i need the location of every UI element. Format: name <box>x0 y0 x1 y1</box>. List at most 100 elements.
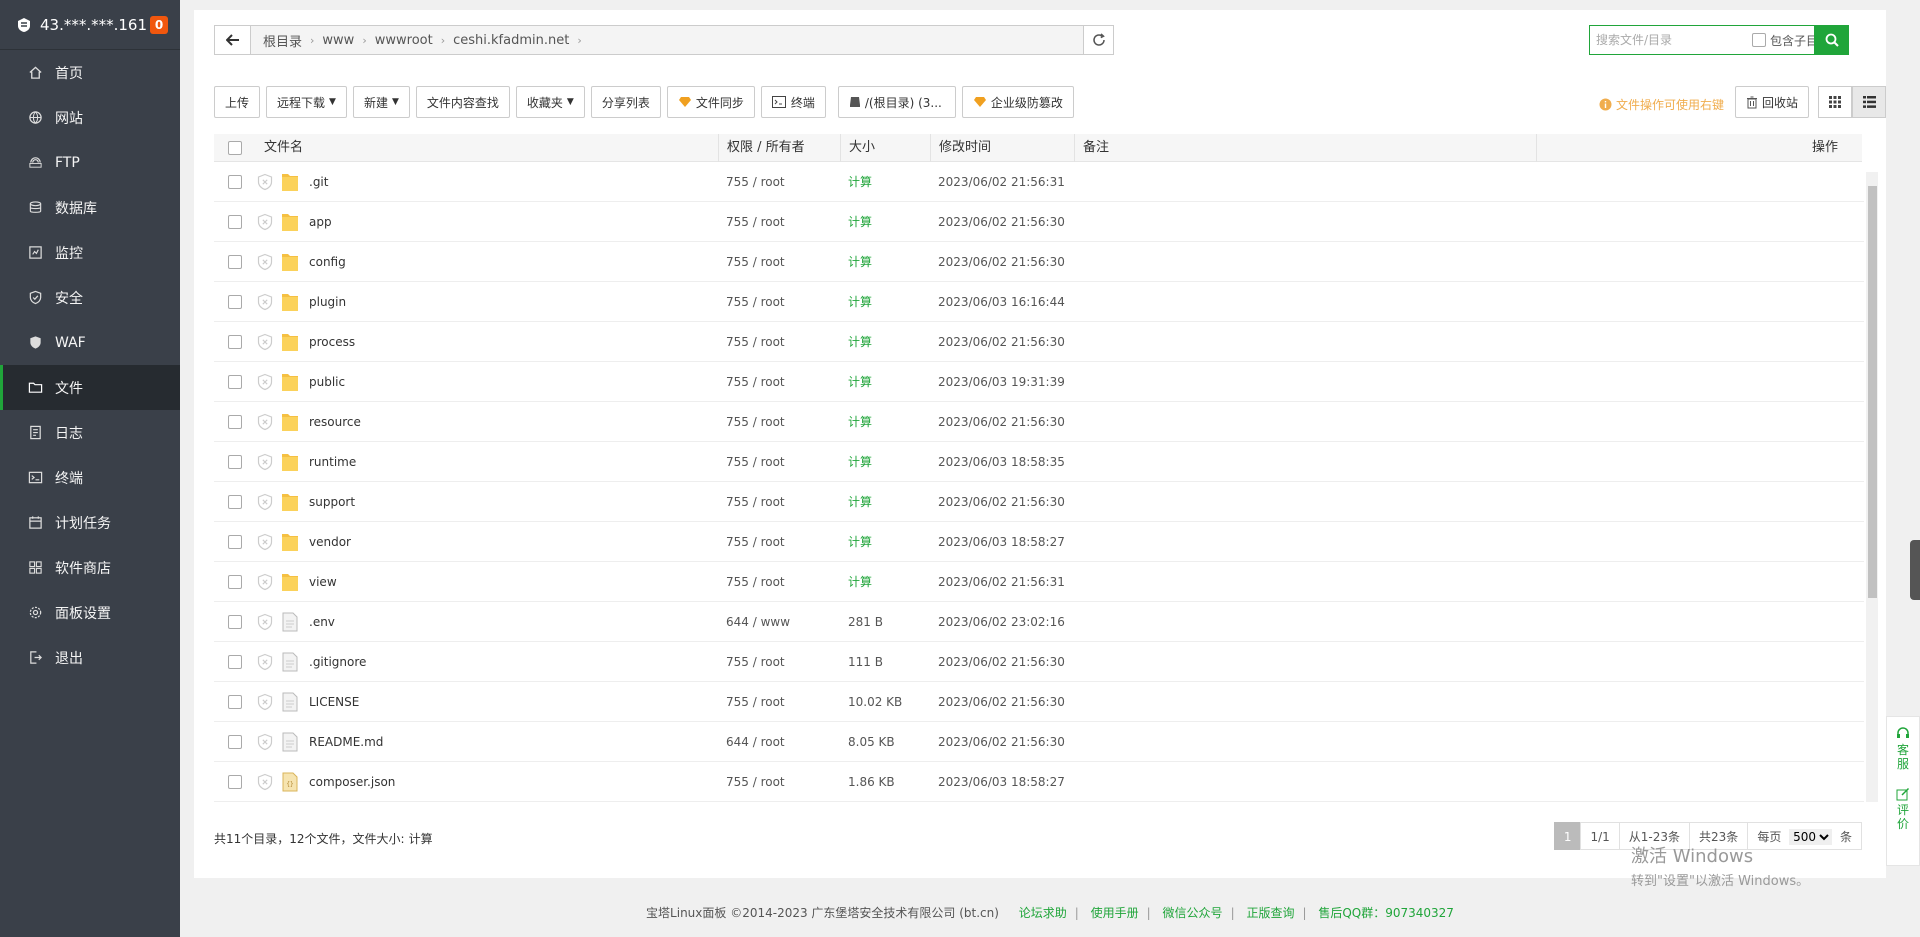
file-name[interactable]: vendor <box>309 522 351 562</box>
refresh-button[interactable] <box>1083 26 1113 54</box>
sidebar-item-2[interactable]: FTP <box>0 140 180 185</box>
protect-shield-icon[interactable] <box>256 533 274 551</box>
file-name[interactable]: .git <box>309 162 328 202</box>
file-name[interactable]: plugin <box>309 282 346 322</box>
file-perm[interactable]: 755 / root <box>726 322 785 362</box>
file-name[interactable]: .gitignore <box>309 642 366 682</box>
table-row[interactable]: .env 644 / www 281 B 2023/06/02 23:02:16 <box>214 602 1864 642</box>
grid-view-button[interactable] <box>1818 86 1852 118</box>
review-button[interactable]: 评价 <box>1895 803 1911 831</box>
row-checkbox[interactable] <box>228 255 242 269</box>
col-mtime[interactable]: 修改时间 <box>930 134 991 162</box>
scroll-thumb[interactable] <box>1868 186 1877 598</box>
sidebar-item-11[interactable]: 软件商店 <box>0 545 180 590</box>
footer-link-forum[interactable]: 论坛求助 <box>1019 906 1067 920</box>
row-checkbox[interactable] <box>228 175 242 189</box>
table-row[interactable]: plugin 755 / root 计算 2023/06/03 16:16:44 <box>214 282 1864 322</box>
file-name[interactable]: composer.json <box>309 762 395 802</box>
breadcrumb-item[interactable]: wwwroot <box>367 33 441 48</box>
file-name[interactable]: runtime <box>309 442 356 482</box>
row-checkbox[interactable] <box>228 495 242 509</box>
file-name[interactable]: resource <box>309 402 361 442</box>
protect-shield-icon[interactable] <box>256 253 274 271</box>
file-perm[interactable]: 755 / root <box>726 642 785 682</box>
file-name[interactable]: support <box>309 482 355 522</box>
table-row[interactable]: public 755 / root 计算 2023/06/03 19:31:39 <box>214 362 1864 402</box>
table-row[interactable]: runtime 755 / root 计算 2023/06/03 18:58:35 <box>214 442 1864 482</box>
share-list-button[interactable]: 分享列表 <box>590 86 661 118</box>
disk-button[interactable]: /(根目录) (3... <box>837 86 956 118</box>
sidebar-item-4[interactable]: 监控 <box>0 230 180 275</box>
row-checkbox[interactable] <box>228 655 242 669</box>
file-perm[interactable]: 755 / root <box>726 162 785 202</box>
protect-shield-icon[interactable] <box>256 373 274 391</box>
file-name[interactable]: README.md <box>309 722 383 762</box>
file-size[interactable]: 计算 <box>848 202 872 242</box>
col-name[interactable]: 文件名 <box>256 134 303 162</box>
col-perm[interactable]: 权限 / 所有者 <box>718 134 805 162</box>
edge-handle[interactable] <box>1910 540 1920 600</box>
sidebar-item-13[interactable]: 退出 <box>0 635 180 680</box>
file-perm[interactable]: 644 / root <box>726 722 785 762</box>
file-perm[interactable]: 755 / root <box>726 362 785 402</box>
sidebar-item-9[interactable]: 终端 <box>0 455 180 500</box>
content-search-button[interactable]: 文件内容查找 <box>415 86 510 118</box>
table-row[interactable]: resource 755 / root 计算 2023/06/02 21:56:30 <box>214 402 1864 442</box>
file-perm[interactable]: 755 / root <box>726 682 785 722</box>
favorites-button[interactable]: 收藏夹 ▼ <box>515 86 585 118</box>
col-size[interactable]: 大小 <box>840 134 875 162</box>
sidebar-item-8[interactable]: 日志 <box>0 410 180 455</box>
file-size[interactable]: 计算 <box>848 482 872 522</box>
file-size[interactable]: 计算 <box>848 522 872 562</box>
search-input[interactable] <box>1590 27 1748 53</box>
file-size[interactable]: 计算 <box>848 442 872 482</box>
file-size[interactable]: 计算 <box>848 162 872 202</box>
table-row[interactable]: view 755 / root 计算 2023/06/02 21:56:31 <box>214 562 1864 602</box>
table-row[interactable]: vendor 755 / root 计算 2023/06/03 18:58:27 <box>214 522 1864 562</box>
row-checkbox[interactable] <box>228 695 242 709</box>
breadcrumb-item[interactable]: www <box>314 33 362 48</box>
file-perm[interactable]: 644 / www <box>726 602 790 642</box>
file-perm[interactable]: 755 / root <box>726 282 785 322</box>
file-size[interactable]: 计算 <box>848 242 872 282</box>
search-button[interactable] <box>1814 25 1849 55</box>
protect-shield-icon[interactable] <box>256 613 274 631</box>
table-row[interactable]: process 755 / root 计算 2023/06/02 21:56:30 <box>214 322 1864 362</box>
protect-shield-icon[interactable] <box>256 213 274 231</box>
table-row[interactable]: .git 755 / root 计算 2023/06/02 21:56:31 <box>214 162 1864 202</box>
sidebar-item-0[interactable]: 首页 <box>0 50 180 95</box>
file-sync-button[interactable]: 文件同步 <box>666 86 755 118</box>
protect-shield-icon[interactable] <box>256 653 274 671</box>
breadcrumb-item[interactable]: ceshi.kfadmin.net <box>445 33 577 48</box>
file-name[interactable]: process <box>309 322 355 362</box>
file-size[interactable]: 计算 <box>848 282 872 322</box>
row-checkbox[interactable] <box>228 735 242 749</box>
file-perm[interactable]: 755 / root <box>726 762 785 802</box>
file-perm[interactable]: 755 / root <box>726 242 785 282</box>
row-checkbox[interactable] <box>228 335 242 349</box>
footer-link-wechat[interactable]: 微信公众号 <box>1163 906 1223 920</box>
file-perm[interactable]: 755 / root <box>726 522 785 562</box>
terminal-button[interactable]: 终端 <box>760 86 826 118</box>
sidebar-item-12[interactable]: 面板设置 <box>0 590 180 635</box>
sidebar-item-10[interactable]: 计划任务 <box>0 500 180 545</box>
table-row[interactable]: support 755 / root 计算 2023/06/02 21:56:30 <box>214 482 1864 522</box>
table-row[interactable]: LICENSE 755 / root 10.02 KB 2023/06/02 21:5… <box>214 682 1864 722</box>
row-checkbox[interactable] <box>228 215 242 229</box>
sidebar-item-6[interactable]: WAF <box>0 320 180 365</box>
list-view-button[interactable] <box>1852 86 1886 118</box>
upload-button[interactable]: 上传 <box>214 86 261 118</box>
footer-qq[interactable]: 售后QQ群：907340327 <box>1318 906 1454 920</box>
file-name[interactable]: config <box>309 242 346 282</box>
table-row[interactable]: config 755 / root 计算 2023/06/02 21:56:30 <box>214 242 1864 282</box>
file-name[interactable]: app <box>309 202 332 242</box>
table-scrollbar[interactable] <box>1866 172 1878 802</box>
file-name[interactable]: LICENSE <box>309 682 359 722</box>
protect-shield-icon[interactable] <box>256 453 274 471</box>
row-checkbox[interactable] <box>228 415 242 429</box>
include-subdir-check[interactable] <box>1752 33 1766 47</box>
protect-shield-icon[interactable] <box>256 693 274 711</box>
sidebar-item-5[interactable]: 安全 <box>0 275 180 320</box>
file-size[interactable]: 计算 <box>848 402 872 442</box>
protect-shield-icon[interactable] <box>256 493 274 511</box>
